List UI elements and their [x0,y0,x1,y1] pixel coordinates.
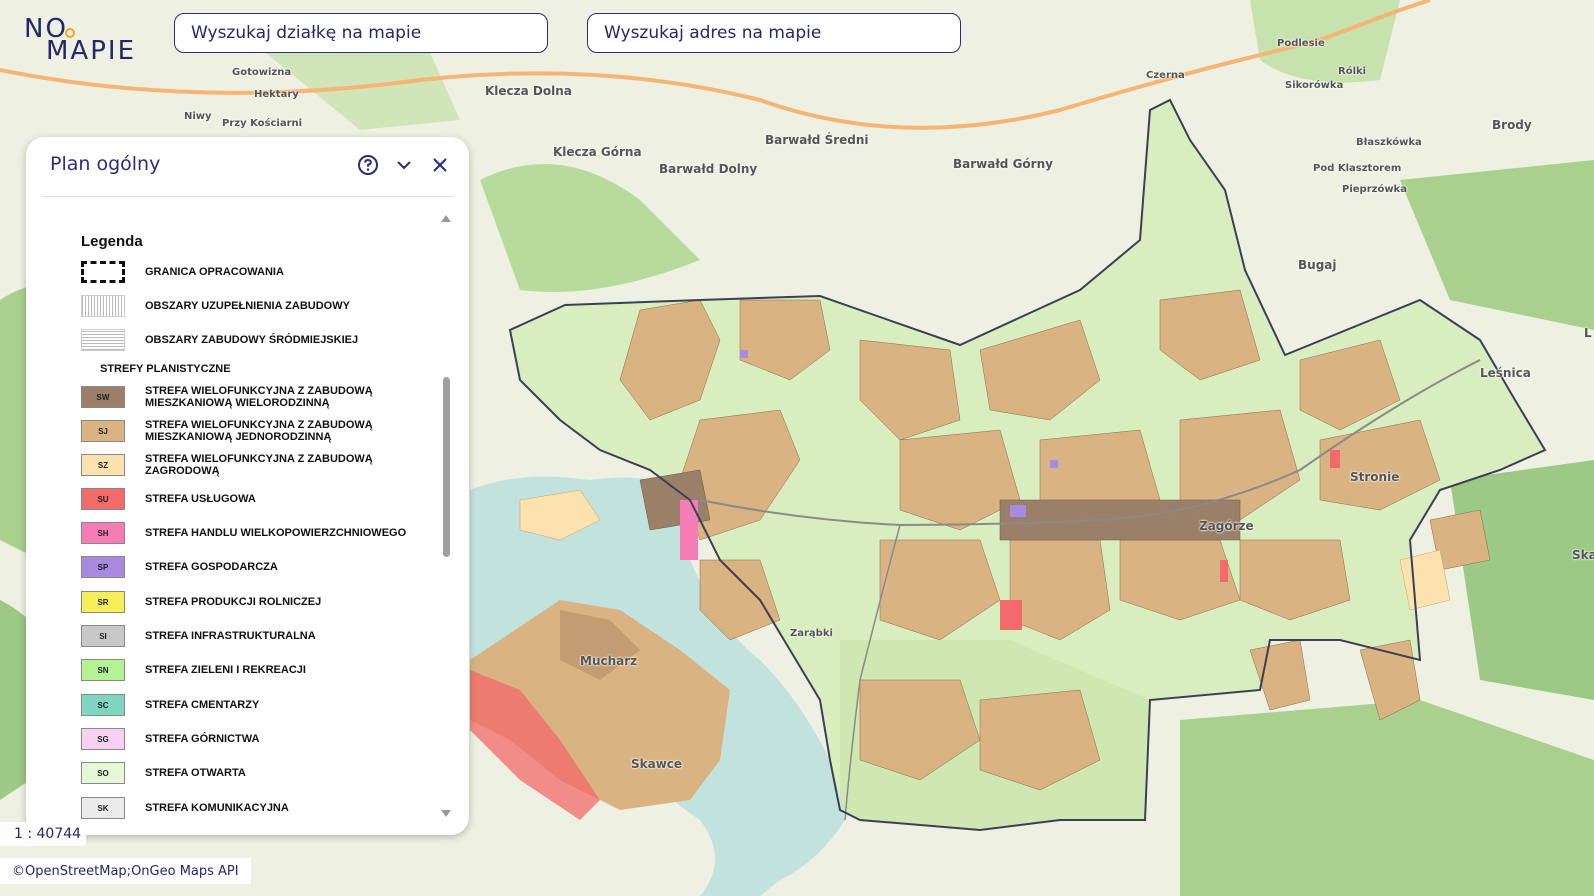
map-label: Barwałd Górny [953,157,1053,171]
map-label: Ska [1572,548,1594,562]
map-label: Przy Kościarni [222,118,303,129]
map-label: Gotowizna [232,67,292,78]
map-label: Stronie [1350,470,1400,484]
map-label: Rólki [1338,66,1367,77]
map-label: L [1584,326,1592,340]
plot-search-input[interactable]: Wyszukaj działkę na mapie [174,13,548,53]
legend-item-zone: SP STREFA GOSPODARCZA [81,556,421,578]
map-label: Sikorówka [1285,80,1344,91]
legend-item-zone: SW STREFA WIELOFUNKCYJNA Z ZABUDOWĄ MIES… [81,385,421,409]
legend-item-zone: SJ STREFA WIELOFUNKCYJNA Z ZABUDOWĄ MIES… [81,419,421,443]
legend-item-zone: SK STREFA KOMUNIKACYJNA [81,797,421,819]
vertical-hatch-symbol [81,295,125,317]
help-icon[interactable] [357,154,379,176]
zone-swatch: SU [81,488,125,510]
legend-label: STREFA USŁUGOWA [145,493,256,505]
legend-item-infill: OBSZARY UZUPEŁNIENIA ZABUDOWY [81,295,421,317]
zones-heading: STREFY PLANISTYCZNE [100,363,231,375]
legend-item-boundary: GRANICA OPRACOWANIA [81,261,421,283]
zone-swatch: SW [81,386,125,408]
address-search-placeholder: Wyszukaj adres na mapie [604,23,822,43]
panel-divider [42,196,453,197]
legend-item-downtown: OBSZARY ZABUDOWY ŚRÓDMIEJSKIEJ [81,329,421,351]
map-label: Hektary [254,89,299,100]
legend-item-zone: SO STREFA OTWARTA [81,762,421,784]
map-label: Skawce [631,757,683,771]
legend-title: Legenda [81,233,143,250]
legend-label: STREFA WIELOFUNKCYJNA Z ZABUDOWĄ MIESZKA… [145,419,373,443]
legend-label: STREFA WIELOFUNKCYJNA Z ZABUDOWĄ MIESZKA… [145,385,373,409]
legend-label: STREFA OTWARTA [145,767,246,779]
location-pin-icon [65,28,75,38]
legend-label: STREFA GOSPODARCZA [145,561,278,573]
legend-item-zone: SC STREFA CMENTARZY [81,694,421,716]
map-label: Bugaj [1298,258,1337,272]
zone-swatch: SO [81,762,125,784]
legend-label: STREFA ZIELENI I REKREACJI [145,664,306,676]
osm-attribution-link[interactable]: ©OpenStreetMap [12,864,127,879]
map-label: Klecza Dolna [485,84,572,98]
app-logo[interactable]: NO MAPIE [24,14,144,66]
legend-label: GRANICA OPRACOWANIA [145,266,284,278]
close-icon[interactable] [429,154,451,176]
zone-swatch: SI [81,625,125,647]
zone-swatch: SJ [81,420,125,442]
zone-swatch: SP [81,556,125,578]
general-plan-panel: Plan ogólny Legenda GRANICA OPRACOWANIA … [26,137,469,835]
legend-item-zone: SR STREFA PRODUKCJI ROLNICZEJ [81,591,421,613]
legend-list: Legenda GRANICA OPRACOWANIA OBSZARY UZUP… [26,213,469,825]
map-label: Podlesie [1277,38,1325,49]
legend-label: STREFA PRODUKCJI ROLNICZEJ [145,596,322,608]
panel-title: Plan ogólny [50,153,161,175]
map-attribution: ©OpenStreetMap ; OnGeo Maps API [0,858,251,884]
legend-label: OBSZARY UZUPEŁNIENIA ZABUDOWY [145,300,350,312]
legend-label: STREFA INFRASTRUKTURALNA [145,630,316,642]
logo-line2: MAPIE [46,36,136,66]
legend-item-zone: SU STREFA USŁUGOWA [81,488,421,510]
legend-item-zone: SG STREFA GÓRNICTWA [81,728,421,750]
map-label: Leśnica [1480,366,1531,380]
legend-label: STREFA GÓRNICTWA [145,733,260,745]
zone-swatch: SZ [81,454,125,476]
legend-item-zone: SN STREFA ZIELENI I REKREACJI [81,659,421,681]
legend-label: STREFA WIELOFUNKCYJNA Z ZABUDOWĄ ZAGRODO… [145,453,373,477]
map-label: Zagórze [1199,519,1254,533]
zone-swatch: SG [81,728,125,750]
map-label: Zarąbki [790,628,833,639]
legend-item-zone: SZ STREFA WIELOFUNKCYJNA Z ZABUDOWĄ ZAGR… [81,453,421,477]
map-label: Pieprzówka [1342,184,1407,195]
legend-label: STREFA HANDLU WIELKOPOWIERZCHNIOWEGO [145,527,407,539]
dashed-boundary-symbol [81,261,125,283]
chevron-down-icon[interactable] [393,154,415,176]
map-label: Czerna [1146,70,1185,81]
legend-label: OBSZARY ZABUDOWY ŚRÓDMIEJSKIEJ [145,334,359,346]
ongeo-attribution-link[interactable]: OnGeo Maps API [131,864,239,879]
map-label: Mucharz [580,654,638,668]
legend-item-zone: SH STREFA HANDLU WIELKOPOWIERZCHNIOWEGO [81,522,421,544]
map-label: Brody [1492,118,1532,132]
plot-search-placeholder: Wyszukaj działkę na mapie [191,23,422,43]
horizontal-hatch-symbol [81,329,125,351]
zone-swatch: SN [81,659,125,681]
map-label: Barwałd Średni [765,133,869,147]
zone-swatch: SC [81,694,125,716]
zone-swatch: SK [81,797,125,819]
map-label: Klecza Górna [553,145,642,159]
map-label: Błaszkówka [1356,137,1422,148]
map-label: Niwy [184,111,212,122]
zone-swatch: SH [81,522,125,544]
map-label: Barwałd Dolny [659,162,758,176]
legend-label: STREFA KOMUNIKACYJNA [145,802,289,814]
zone-swatch: SR [81,591,125,613]
address-search-input[interactable]: Wyszukaj adres na mapie [587,13,961,53]
map-scale: 1 : 40744 [0,822,86,846]
legend-item-zone: SI STREFA INFRASTRUKTURALNA [81,625,421,647]
legend-label: STREFA CMENTARZY [145,699,260,711]
map-label: Pod Klasztorem [1313,163,1402,174]
